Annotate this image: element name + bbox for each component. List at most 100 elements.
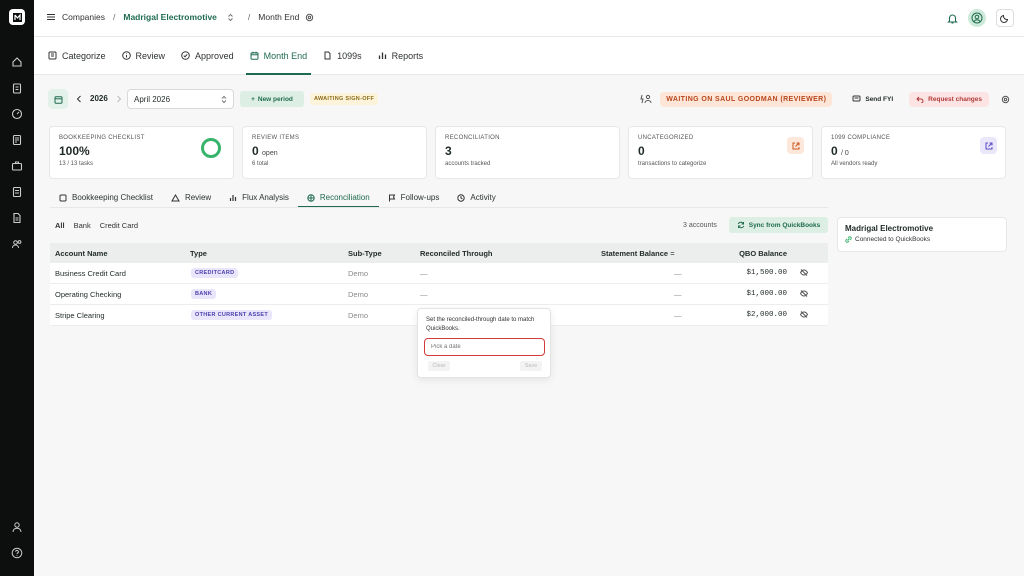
hide-eye-off-icon[interactable] [800, 290, 808, 297]
col-reconciled-through[interactable]: Reconciled Through [420, 249, 493, 258]
request-changes-button[interactable]: Request changes [909, 91, 989, 107]
tab-reports[interactable]: Reports [370, 37, 432, 74]
tab-categorize[interactable]: Categorize [40, 37, 114, 74]
categorize-icon [48, 51, 57, 60]
cell-statement-balance[interactable]: — [674, 311, 682, 320]
request-changes-label: Request changes [928, 95, 982, 103]
menu-icon[interactable] [46, 12, 56, 22]
external-link-icon[interactable] [980, 137, 997, 154]
card-sub: accounts tracked [445, 161, 491, 167]
subtabs-divider [50, 207, 828, 208]
document-icon [323, 51, 332, 60]
users-icon[interactable] [11, 238, 23, 250]
card-1099-compliance[interactable]: 1099 COMPLIANCE 0 / 0 All vendors ready [821, 126, 1006, 179]
subtab-review[interactable]: Review [162, 188, 220, 207]
card-bookkeeping-checklist[interactable]: BOOKKEEPING CHECKLIST 100% 13 / 13 tasks [49, 126, 234, 179]
message-icon [852, 95, 861, 103]
cell-reconciled-through[interactable]: — [420, 290, 428, 299]
left-sidebar [0, 0, 34, 576]
dark-mode-moon-icon[interactable] [996, 9, 1014, 27]
breadcrumb-company[interactable]: Madrigal Electromotive [123, 12, 217, 22]
hide-eye-off-icon[interactable] [800, 311, 808, 318]
sync-label: Sync from QuickBooks [748, 221, 821, 229]
tab-1099s[interactable]: 1099s [315, 37, 370, 74]
ledger-icon[interactable] [11, 134, 23, 146]
tab-approved[interactable]: Approved [173, 37, 242, 74]
cell-statement-balance[interactable]: — [674, 269, 682, 278]
cell-statement-balance[interactable]: — [674, 290, 682, 299]
subtab-reconciliation[interactable]: Reconciliation [297, 188, 379, 208]
top-actions [947, 9, 1014, 27]
card-value: 0 open [252, 144, 278, 158]
sync-quickbooks-button[interactable]: Sync from QuickBooks [729, 217, 828, 233]
tab-label: Review [135, 50, 166, 61]
tab-label: Reports [391, 50, 424, 61]
user-profile-icon[interactable] [11, 521, 23, 533]
bell-icon[interactable] [947, 13, 958, 24]
month-select[interactable]: April 2026 [127, 89, 234, 109]
clear-button[interactable]: Clear [428, 361, 450, 371]
external-link-icon[interactable] [787, 137, 804, 154]
chevron-left-icon[interactable] [76, 95, 82, 103]
clipboard-icon[interactable] [11, 82, 23, 94]
filter-all[interactable]: All [55, 221, 65, 230]
company-switcher-icon[interactable] [227, 13, 234, 22]
save-button[interactable]: Save [520, 361, 542, 371]
connection-status: Connected to QuickBooks [845, 236, 999, 243]
calendar-button[interactable] [48, 89, 68, 109]
breadcrumb-companies[interactable]: Companies [62, 12, 105, 22]
send-fyi-button[interactable]: Send FYI [852, 95, 893, 103]
card-review-items[interactable]: REVIEW ITEMS 0 open 6 total [242, 126, 427, 179]
subtab-label: Review [184, 193, 212, 202]
briefcase-icon[interactable] [11, 160, 23, 172]
settings-gear-icon[interactable] [305, 13, 314, 22]
file-icon[interactable] [11, 212, 23, 224]
card-reconciliation[interactable]: RECONCILIATION 3 accounts tracked [435, 126, 620, 179]
col-type[interactable]: Type [190, 249, 207, 258]
help-icon[interactable] [11, 547, 23, 559]
calendar-icon [250, 51, 259, 60]
tab-label: Approved [195, 50, 234, 61]
card-sub: 6 total [252, 161, 269, 167]
cell-reconciled-through[interactable]: — [420, 269, 428, 278]
breadcrumb-separator: / [113, 12, 116, 22]
tab-month-end[interactable]: Month End [242, 37, 316, 75]
month-select-value: April 2026 [134, 95, 171, 104]
signoff-user-icon [640, 94, 652, 104]
col-statement-balance[interactable]: Statement Balance = [601, 249, 675, 258]
account-avatar-icon[interactable] [968, 9, 986, 27]
home-icon[interactable] [11, 56, 23, 68]
hide-eye-off-icon[interactable] [800, 269, 808, 276]
scale-icon [307, 193, 315, 202]
col-sub-type[interactable]: Sub-Type [348, 249, 382, 258]
sort-icon: = [670, 249, 675, 258]
filter-bank[interactable]: Bank [74, 221, 91, 230]
table-row[interactable]: Business Credit Card CREDITCARD Demo — —… [50, 263, 828, 284]
subtab-flux-analysis[interactable]: Flux Analysis [220, 188, 298, 207]
tab-review[interactable]: Review [114, 37, 174, 74]
subtab-bookkeeping-checklist[interactable]: Bookkeeping Checklist [50, 188, 162, 207]
new-period-button[interactable]: + New period [240, 91, 304, 107]
type-badge: OTHER CURRENT ASSET [191, 310, 273, 320]
account-count: 3 accounts [683, 222, 717, 229]
filter-credit-card[interactable]: Credit Card [100, 221, 138, 230]
undo-icon [916, 96, 924, 103]
settings-gear-icon[interactable] [1001, 95, 1010, 104]
subtab-follow-ups[interactable]: Follow-ups [379, 188, 449, 207]
breadcrumb-separator: / [247, 12, 251, 22]
cell-sub-type: Demo [348, 311, 369, 320]
chevron-right-icon[interactable] [116, 95, 122, 103]
col-account-name[interactable]: Account Name [55, 249, 108, 258]
gauge-icon[interactable] [11, 108, 23, 120]
progress-ring [201, 138, 221, 158]
date-input[interactable] [424, 338, 545, 356]
table-row[interactable]: Operating Checking BANK Demo — — $1,000.… [50, 284, 828, 305]
plus-icon: + [251, 95, 255, 103]
app-logo[interactable] [9, 9, 25, 25]
receipt-icon[interactable] [11, 186, 23, 198]
subtab-activity[interactable]: Activity [448, 188, 504, 207]
card-uncategorized[interactable]: UNCATEGORIZED 0 transactions to categori… [628, 126, 813, 179]
subtab-label: Flux Analysis [242, 193, 289, 202]
col-qbo-balance[interactable]: QBO Balance [739, 249, 787, 258]
warning-triangle-icon [171, 193, 180, 202]
